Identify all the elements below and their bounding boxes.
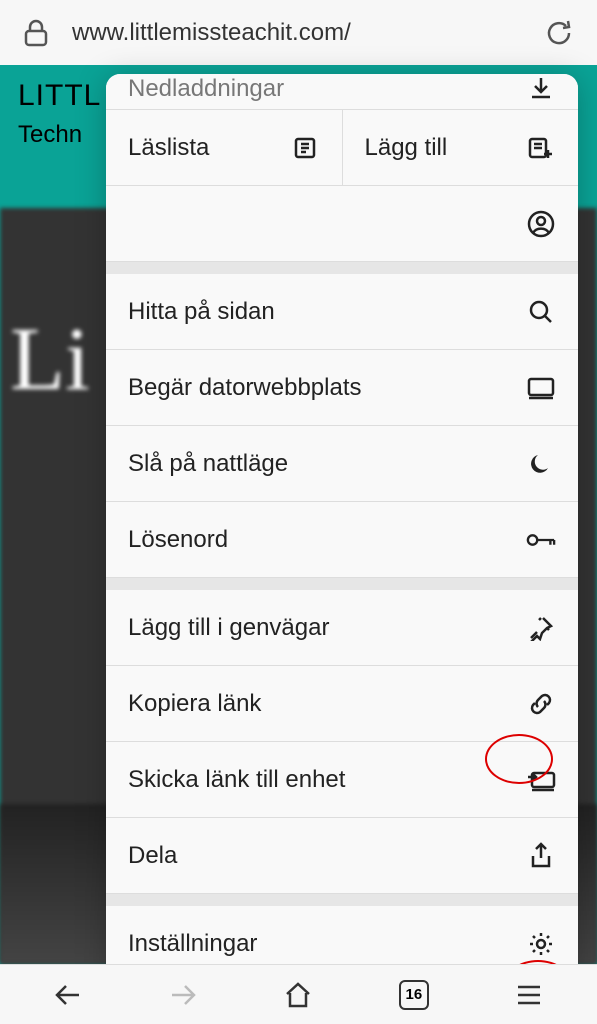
menu-label: Hitta på sidan [128, 298, 526, 326]
back-button[interactable] [48, 975, 88, 1015]
add-reading-icon [526, 133, 556, 163]
menu-item-send-to-device[interactable]: Skicka länk till enhet [106, 742, 578, 818]
menu-item-copy-link[interactable]: Kopiera länk [106, 666, 578, 742]
menu-item-account[interactable] [106, 186, 578, 262]
menu-divider [106, 262, 578, 274]
menu-item-reading-list[interactable]: Läslista [106, 110, 343, 185]
menu-divider [106, 894, 578, 906]
tabs-button[interactable]: 16 [394, 975, 434, 1015]
menu-item-find[interactable]: Hitta på sidan [106, 274, 578, 350]
menu-item-add-to[interactable]: Lägg till [343, 110, 579, 185]
menu-label: Läslista [128, 134, 290, 162]
gear-icon [526, 929, 556, 959]
desktop-icon [526, 373, 556, 403]
account-icon [526, 209, 556, 239]
menu-label: Inställningar [128, 930, 526, 958]
tab-count: 16 [399, 980, 429, 1010]
hero-text: Li [10, 308, 90, 411]
pin-icon [526, 613, 556, 643]
menu-label: Kopiera länk [128, 690, 526, 718]
url-text[interactable]: www.littlemissteachit.com/ [72, 19, 521, 47]
browser-menu: Nedladdningar Läslista Lägg till Hitta p… [106, 74, 578, 982]
menu-label: Skicka länk till enhet [128, 766, 526, 794]
menu-divider [106, 578, 578, 590]
reload-icon[interactable] [541, 15, 577, 51]
menu-row-reading: Läslista Lägg till [106, 110, 578, 186]
menu-button[interactable] [509, 975, 549, 1015]
forward-button[interactable] [163, 975, 203, 1015]
menu-item-passwords[interactable]: Lösenord [106, 502, 578, 578]
home-button[interactable] [278, 975, 318, 1015]
key-icon [526, 525, 556, 555]
search-icon [526, 297, 556, 327]
bottom-toolbar: 16 [0, 964, 597, 1024]
menu-label: Lägg till [365, 134, 527, 162]
lock-icon[interactable] [20, 17, 52, 49]
reading-list-icon [290, 133, 320, 163]
menu-item-shortcuts[interactable]: Lägg till i genvägar [106, 590, 578, 666]
menu-label: Lösenord [128, 526, 526, 554]
share-icon [526, 841, 556, 871]
menu-item-desktop-site[interactable]: Begär datorwebbplats [106, 350, 578, 426]
menu-item-share[interactable]: Dela [106, 818, 578, 894]
menu-label: Slå på nattläge [128, 450, 526, 478]
address-bar: www.littlemissteachit.com/ [0, 0, 597, 65]
link-icon [526, 689, 556, 719]
send-device-icon [526, 765, 556, 795]
menu-label: Nedladdningar [128, 75, 526, 103]
moon-icon [526, 449, 556, 479]
menu-label: Begär datorwebbplats [128, 374, 526, 402]
menu-item-night-mode[interactable]: Slå på nattläge [106, 426, 578, 502]
menu-label: Dela [128, 842, 526, 870]
menu-label: Lägg till i genvägar [128, 614, 526, 642]
download-icon [526, 74, 556, 103]
menu-item-downloads[interactable]: Nedladdningar [106, 74, 578, 110]
